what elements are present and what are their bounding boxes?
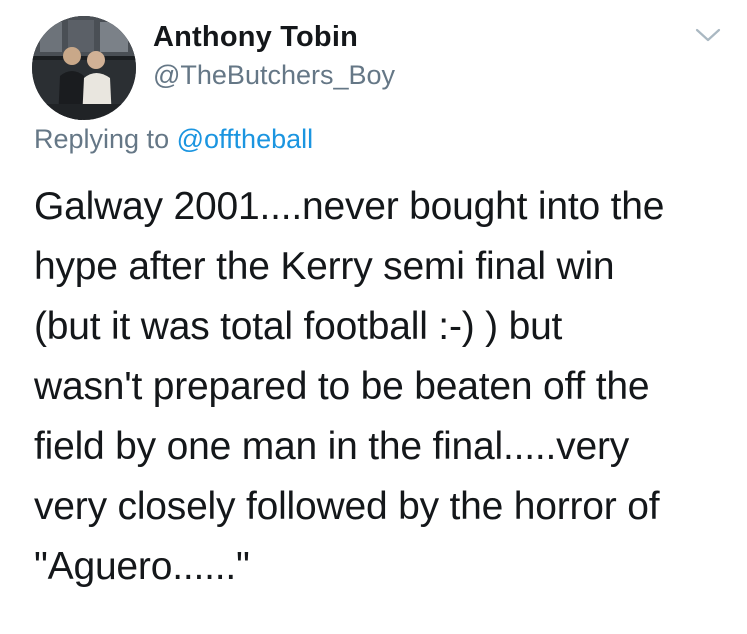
reply-mention-link[interactable]: @offtheball — [177, 124, 314, 154]
tweet-text-line: "Aguero......" — [34, 545, 250, 588]
tweet-menu-button[interactable] — [694, 24, 722, 46]
replying-to-label: Replying to — [34, 124, 170, 154]
tweet-text-line: wasn't prepared to be beaten off the — [34, 365, 650, 408]
replying-to: Replying to @offtheball — [34, 124, 313, 155]
chevron-down-icon — [695, 28, 721, 42]
tweet-text-line: (but it was total football :-) ) but — [34, 305, 563, 348]
author-display-name[interactable]: Anthony Tobin — [153, 21, 358, 54]
avatar[interactable] — [32, 16, 136, 120]
profile-photo-icon — [32, 16, 136, 120]
tweet-text-line: field by one man in the final.....very — [34, 425, 630, 468]
tweet-text: Galway 2001....never bought into the hyp… — [34, 177, 734, 597]
tweet-card: Anthony Tobin @TheButchers_Boy Replying … — [0, 0, 747, 634]
tweet-text-line: very closely followed by the horror of — [34, 485, 660, 528]
tweet-text-line: hype after the Kerry semi final win — [34, 245, 615, 288]
author-handle[interactable]: @TheButchers_Boy — [153, 60, 395, 91]
tweet-text-line: Galway 2001....never bought into the — [34, 185, 665, 228]
